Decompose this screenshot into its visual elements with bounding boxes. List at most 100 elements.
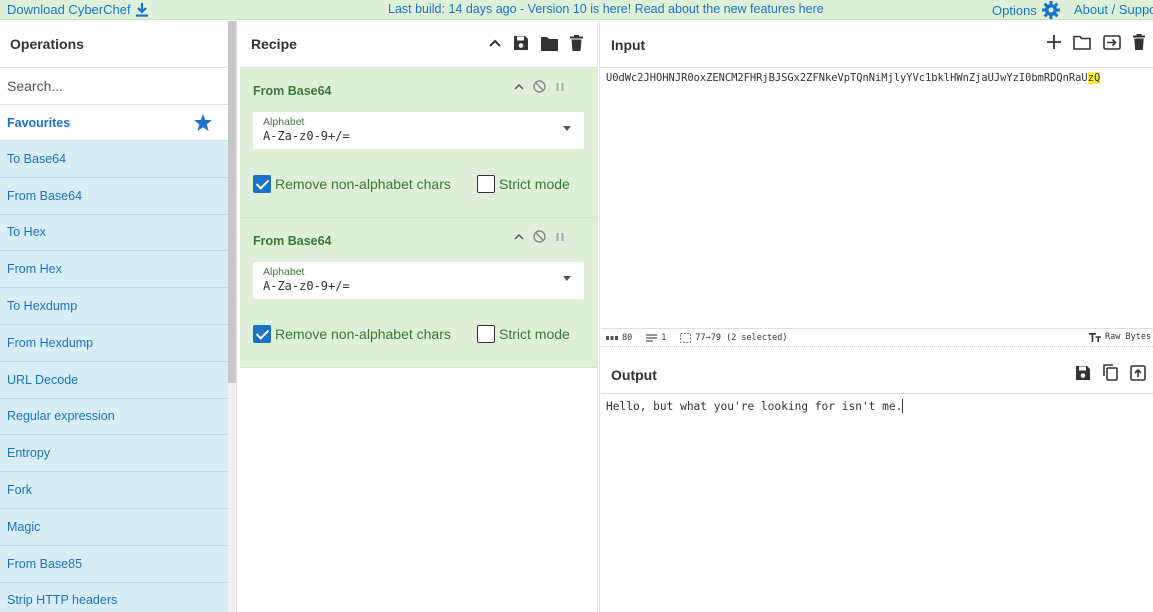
checkbox-label[interactable]: Strict mode [499, 326, 570, 342]
open-folder-icon[interactable] [1073, 35, 1091, 50]
remove-non-alphabet-checkbox[interactable]: Remove non-alphabet chars [253, 175, 451, 193]
length-value: 80 [622, 332, 633, 343]
lines-stat: 1 [646, 333, 666, 343]
operation-item[interactable]: URL Decode [0, 361, 228, 399]
recipe-header: Recipe [240, 21, 597, 68]
text-cursor [902, 399, 904, 413]
download-label[interactable]: Download CyberChef [7, 2, 131, 17]
checkbox-unchecked-icon[interactable] [477, 325, 495, 343]
recipe-panel: Recipe From Base64 Alphabet A-Za-z0-9+/=… [240, 21, 597, 612]
operations-scrollbar[interactable] [228, 21, 236, 612]
replace-input-icon[interactable] [1130, 364, 1146, 381]
operation-item[interactable]: Fork [0, 472, 228, 509]
chevron-up-icon[interactable] [514, 83, 524, 91]
input-status-bar: 80 1 77→79 (2 selected) Raw Bytes [601, 328, 1153, 346]
trash-icon[interactable] [570, 35, 583, 51]
operation-item[interactable]: To Hex [0, 214, 228, 252]
operations-title: Operations [0, 21, 228, 68]
save-icon[interactable] [1075, 365, 1091, 381]
favourites-category[interactable]: Favourites [0, 105, 228, 141]
save-icon[interactable] [513, 35, 529, 51]
operation-item[interactable]: From Hex [0, 251, 228, 289]
operation-item[interactable]: From Base85 [0, 545, 228, 583]
operation-title: From Base64 [253, 234, 332, 248]
remove-non-alphabet-checkbox[interactable]: Remove non-alphabet chars [253, 325, 451, 343]
operation-item[interactable]: From Hexdump [0, 324, 228, 362]
checkbox-label[interactable]: Remove non-alphabet chars [275, 176, 451, 192]
input-textarea[interactable]: U0dWc2JHOHNJR0oxZENCM2FHRjBJSGx2ZFNkeVpT… [606, 72, 1153, 84]
operation-item[interactable]: To Base64 [0, 141, 228, 178]
checkbox-unchecked-icon[interactable] [477, 175, 495, 193]
copy-icon[interactable] [1103, 364, 1118, 381]
selection-icon [680, 332, 692, 343]
scrollbar-thumb[interactable] [228, 21, 236, 383]
lines-icon [646, 333, 658, 342]
alphabet-select[interactable]: Alphabet A-Za-z0-9+/= [253, 262, 584, 299]
input-title: Input [611, 37, 646, 53]
length-icon [606, 335, 618, 340]
operation-item[interactable]: Regular expression [0, 398, 228, 436]
io-panel: Input U0dWc2JHOHNJR0oxZENCM2FHRjBJSGx2ZF… [601, 21, 1153, 612]
checkbox-label[interactable]: Strict mode [499, 176, 570, 192]
operations-list: To Base64 From Base64 To Hex From Hex To… [0, 141, 228, 612]
disable-icon[interactable] [533, 80, 546, 93]
input-text[interactable]: U0dWc2JHOHNJR0oxZENCM2FHRjBJSGx2ZFNkeVpT… [606, 72, 1088, 84]
raw-bytes-label[interactable]: Raw Bytes [1105, 332, 1151, 342]
alphabet-label: Alphabet [263, 116, 305, 128]
strict-mode-checkbox[interactable]: Strict mode [477, 325, 570, 343]
pause-icon[interactable] [555, 232, 565, 242]
io-resizer[interactable] [601, 346, 1153, 356]
output-text[interactable]: Hello, but what you're looking for isn't… [606, 400, 902, 413]
favourites-label[interactable]: Favourites [7, 116, 70, 130]
recipe-title: Recipe [251, 36, 297, 52]
checkbox-checked-icon[interactable] [253, 175, 271, 193]
add-tab-icon[interactable] [1047, 35, 1061, 49]
length-stat: 80 [606, 333, 632, 343]
star-icon[interactable] [194, 114, 212, 131]
operations-search[interactable] [0, 68, 228, 105]
text-format-icon[interactable] [1089, 332, 1101, 342]
operation-item[interactable]: From Base64 [0, 177, 228, 215]
trash-icon[interactable] [1133, 34, 1145, 50]
column-resizer[interactable] [597, 21, 600, 612]
alphabet-select[interactable]: Alphabet A-Za-z0-9+/= [253, 112, 584, 149]
search-input[interactable] [7, 78, 207, 94]
dropdown-caret-icon[interactable] [563, 126, 571, 131]
gear-icon[interactable] [1041, 1, 1061, 19]
folder-icon[interactable] [541, 36, 558, 51]
output-textarea[interactable]: Hello, but what you're looking for isn't… [606, 399, 904, 413]
raw-bytes-toggle[interactable]: Raw Bytes [1089, 332, 1151, 342]
operations-panel: Operations Favourites To Base64 From Bas… [0, 21, 228, 612]
dropdown-caret-icon[interactable] [563, 276, 571, 281]
options-label[interactable]: Options [992, 3, 1037, 18]
operation-item[interactable]: To Hexdump [0, 288, 228, 325]
operation-item[interactable]: Magic [0, 508, 228, 546]
operation-item[interactable]: Entropy [0, 435, 228, 473]
alphabet-value[interactable]: A-Za-z0-9+/= [263, 279, 350, 293]
chevron-up-icon[interactable] [514, 233, 524, 241]
selection-stat: 77→79 (2 selected) [680, 332, 788, 343]
selected-text[interactable]: zQ [1087, 72, 1101, 84]
download-icon[interactable] [135, 2, 148, 17]
disable-icon[interactable] [533, 230, 546, 243]
input-header: Input [601, 21, 1153, 68]
operation-item[interactable]: Strip HTTP headers [0, 582, 228, 612]
open-file-icon[interactable] [1103, 34, 1121, 50]
checkbox-label[interactable]: Remove non-alphabet chars [275, 326, 451, 342]
download-link[interactable]: Download CyberChef [7, 2, 148, 17]
recipe-operation-from-base64[interactable]: From Base64 Alphabet A-Za-z0-9+/= Remove… [240, 218, 597, 368]
version-notice-link[interactable]: Last build: 14 days ago - Version 10 is … [388, 2, 824, 16]
options-link[interactable]: Options [992, 1, 1061, 19]
checkbox-checked-icon[interactable] [253, 325, 271, 343]
alphabet-value[interactable]: A-Za-z0-9+/= [263, 129, 350, 143]
alphabet-label: Alphabet [263, 266, 305, 278]
operation-title: From Base64 [253, 84, 332, 98]
lines-value: 1 [661, 332, 667, 343]
pause-icon[interactable] [555, 82, 565, 92]
about-link[interactable]: About / Suppo [1074, 2, 1153, 17]
top-banner: Download CyberChef Last build: 14 days a… [0, 0, 1153, 20]
output-header: Output [601, 356, 1153, 394]
chevron-up-icon[interactable] [489, 38, 501, 48]
recipe-operation-from-base64[interactable]: From Base64 Alphabet A-Za-z0-9+/= Remove… [240, 68, 597, 218]
strict-mode-checkbox[interactable]: Strict mode [477, 175, 570, 193]
